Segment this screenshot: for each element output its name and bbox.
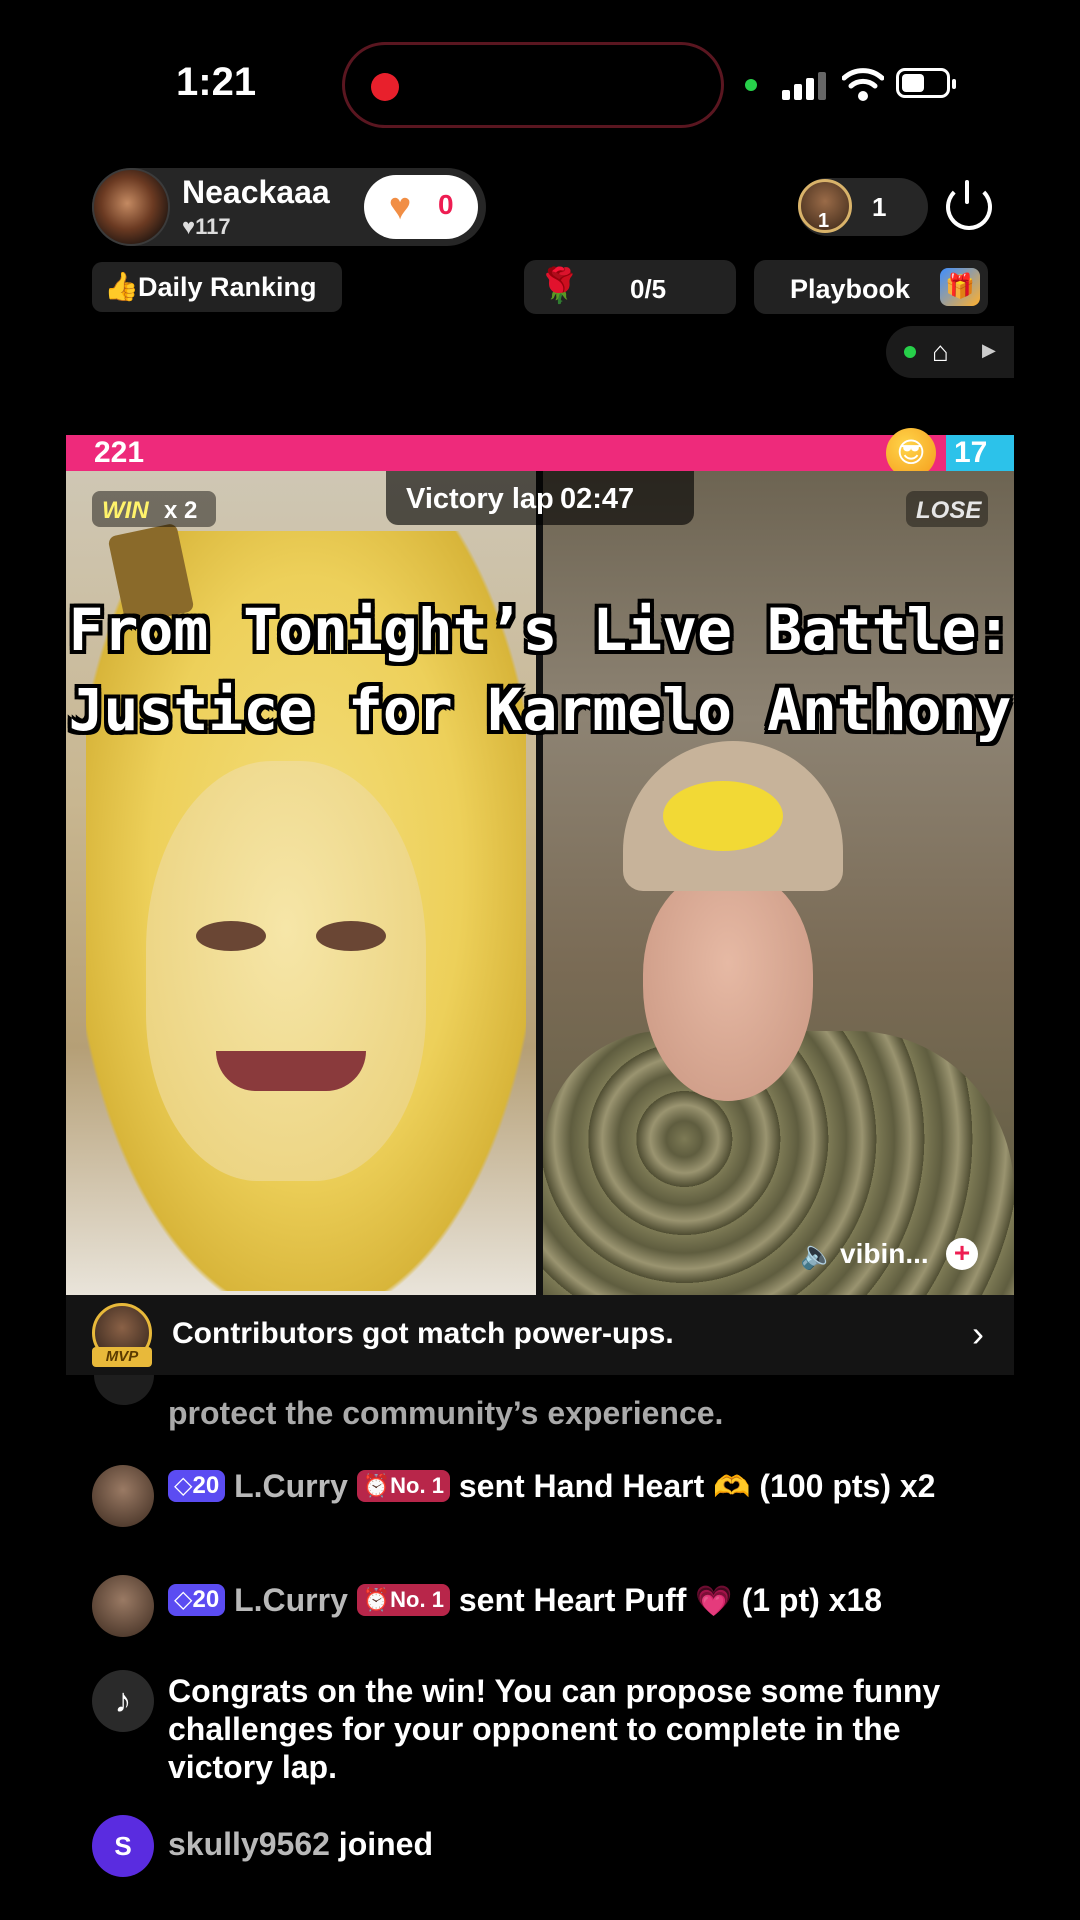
opponent-face-graphic [643,871,813,1101]
score-bar-left [66,435,946,471]
cellular-signal-icon [782,70,832,100]
viewer-list-button[interactable]: 1 1 [798,178,928,236]
home-icon[interactable]: ⌂ [932,338,949,366]
camera-in-use-icon [745,79,757,91]
status-time: 1:21 [176,60,257,104]
avatar[interactable]: S [92,1815,154,1877]
expand-arrow-icon[interactable]: ▶ [982,340,996,361]
playbook-icon: 🎁 [940,268,980,306]
banana-face-graphic [146,761,426,1181]
daily-ranking-label: Daily Ranking [138,272,317,302]
contributors-banner[interactable]: MVP Contributors got match power-ups. › [66,1295,1014,1375]
rose-icon: 🌹 [538,267,581,305]
overlay-caption: From Tonight’s Live Battle: Justice for … [66,590,1014,750]
rose-gift-counter[interactable]: 🌹 0/5 [524,260,736,314]
dynamic-island [342,42,724,128]
add-icon[interactable]: + [946,1238,978,1270]
mini-controls[interactable]: ⌂ ▶ [886,326,1014,378]
victory-lap-timer: Victory lap 02:47 [386,471,694,525]
host-likes: ♥117 [182,214,231,239]
battery-icon [896,68,956,98]
chat-message-suffix: (100 pts) x2 [759,1468,936,1504]
rose-count: 0/5 [630,274,667,304]
battle-score-bar [66,435,1014,471]
host-avatar[interactable] [92,168,170,246]
overlay-caption-line1: From Tonight’s Live Battle: [68,596,1012,664]
sound-label: vibin... [840,1238,929,1269]
lose-badge: LOSE [906,491,988,527]
chat-feed[interactable]: protect the community’s experience. ◇20 … [0,1375,1080,1920]
thumbs-up-icon: 👍 [104,271,139,302]
mvp-tag: MVP [92,1347,152,1367]
viewer-count: 1 [872,192,887,222]
daily-ranking-button[interactable]: 👍 Daily Ranking [92,262,342,312]
win-badge: WIN x 2 [92,491,216,527]
overlay-caption-line2: Justice for Karmelo Anthony [68,676,1012,744]
follow-count: 0 [438,189,454,220]
avatar[interactable] [92,1575,154,1637]
top-viewer-rank: 1 [818,210,830,232]
level-badge: ◇20 [168,1584,226,1616]
heart-icon: ♥ [388,186,412,228]
power-icon[interactable] [946,180,992,230]
level-badge: ◇20 [168,1470,226,1502]
chevron-right-icon[interactable]: › [972,1313,984,1355]
playbook-button[interactable]: Playbook 🎁 [754,260,988,314]
chat-message-text: sent Hand Heart [458,1468,705,1504]
host-profile-pill[interactable]: Neackaaa ♥117 ♥ 0 [92,168,486,246]
chat-message-text: sent Heart Puff [458,1582,687,1618]
win-multiplier: x 2 [164,497,198,524]
faded-chat-line: protect the community’s experience. [168,1395,724,1431]
cap-graphic [623,741,843,891]
heart-puff-icon: 💗 [695,1585,733,1618]
host-name: Neackaaa [182,174,330,210]
victory-label: Victory lap [406,483,554,515]
wifi-icon [842,68,884,101]
chat-message-suffix: (1 pt) x18 [741,1582,883,1618]
avatar[interactable] [92,1465,154,1527]
win-label: WIN [102,497,149,524]
avatar [94,1375,154,1405]
right-score: 17 [954,436,988,469]
chat-username[interactable]: skully9562 [168,1826,330,1862]
follow-button[interactable]: ♥ 0 [364,175,478,239]
speaker-icon: 🔈 [800,1239,835,1270]
rank-badge: ⏰No. 1 [356,1584,450,1616]
chat-username[interactable]: L.Curry [234,1468,348,1504]
join-text: joined [338,1826,434,1862]
contributors-text: Contributors got match power-ups. [172,1317,674,1350]
rank-badge: ⏰No. 1 [356,1470,450,1502]
victory-timer: 02:47 [560,483,635,515]
recording-indicator-icon [371,73,399,101]
chat-username[interactable]: L.Curry [234,1582,348,1618]
left-score: 221 [94,436,145,469]
lose-label: LOSE [916,497,982,524]
tiktok-logo-icon: ♪ [92,1670,154,1732]
playbook-label: Playbook [790,274,911,304]
hand-heart-icon: 🫶 [713,1471,751,1504]
live-status-icon [904,346,916,358]
system-message-text: Congrats on the win! You can propose som… [168,1673,941,1785]
